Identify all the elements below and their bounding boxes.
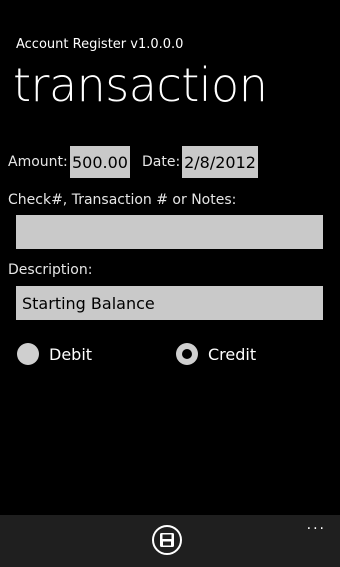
description-label: Description:: [8, 262, 93, 278]
debit-radio-label: Debit: [49, 344, 93, 364]
check-notes-input[interactable]: [16, 215, 323, 249]
credit-radio[interactable]: Credit: [176, 343, 256, 365]
page-title: transaction: [13, 58, 268, 112]
app-title: Account Register v1.0.0.0: [16, 37, 184, 52]
save-button[interactable]: [152, 525, 182, 555]
date-label: Date:: [142, 154, 181, 170]
more-options-button[interactable]: ...: [307, 517, 326, 533]
credit-radio-label: Credit: [208, 344, 257, 364]
description-input[interactable]: Starting Balance: [16, 286, 323, 320]
app-bar: ...: [0, 515, 340, 567]
date-picker[interactable]: 2/8/2012: [182, 146, 258, 178]
credit-radio-circle[interactable]: [176, 343, 198, 365]
debit-radio-circle[interactable]: [17, 343, 39, 365]
save-icon: [160, 533, 174, 547]
amount-label: Amount:: [8, 154, 68, 170]
debit-radio[interactable]: Debit: [17, 343, 92, 365]
check-notes-label: Check#, Transaction # or Notes:: [8, 192, 237, 208]
amount-input[interactable]: 500.00: [70, 146, 130, 178]
